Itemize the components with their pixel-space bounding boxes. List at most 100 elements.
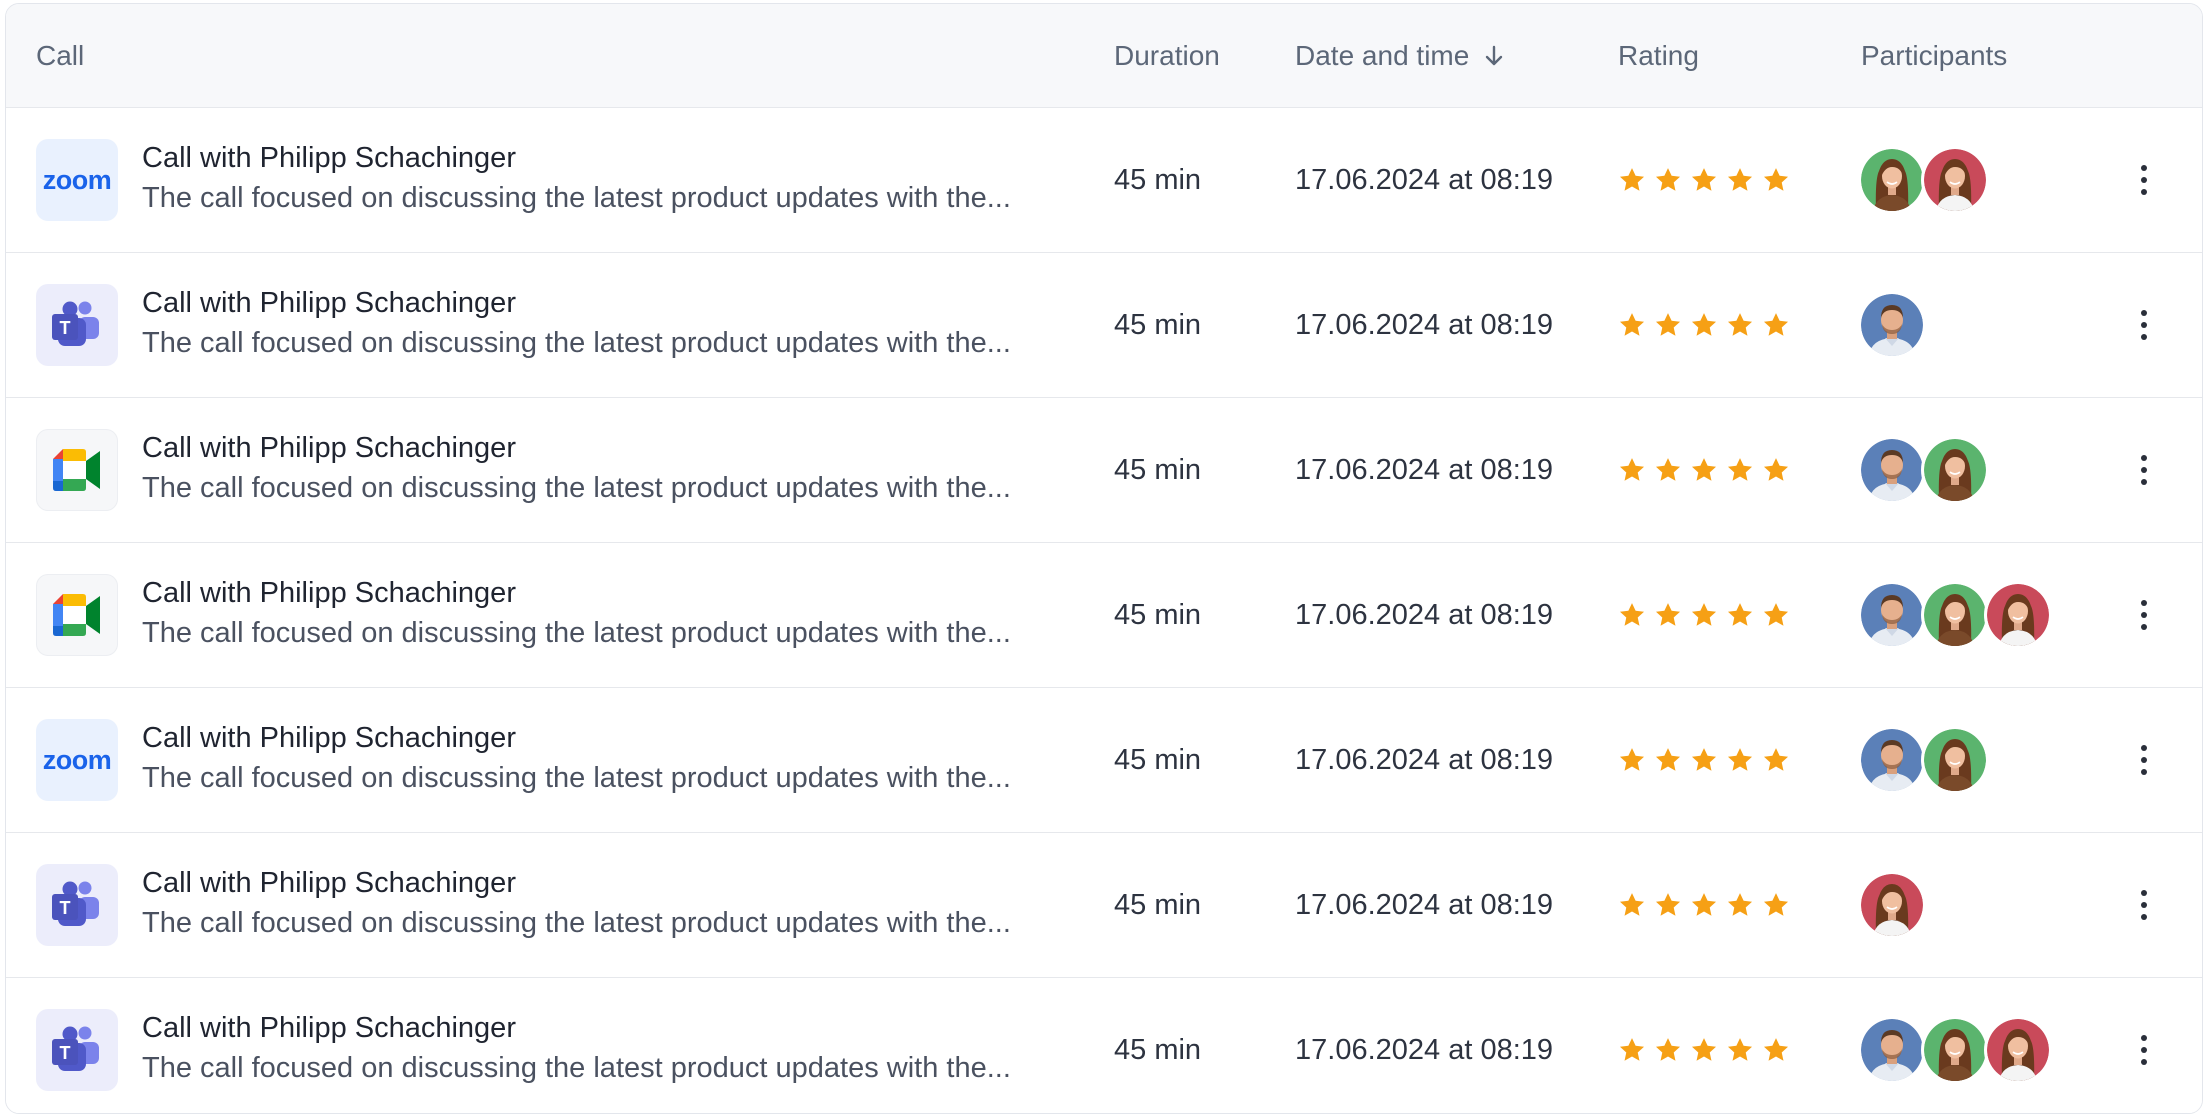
avatar[interactable] [1984,1016,2052,1084]
dot [2141,1059,2147,1065]
star-icon [1618,1036,1646,1064]
participants [1858,688,1989,832]
avatar[interactable] [1858,581,1926,649]
call-title[interactable]: Call with Philipp Schachinger [142,142,516,175]
avatar[interactable] [1921,146,1989,214]
avatar[interactable] [1858,146,1926,214]
svg-text:T: T [60,1043,71,1063]
call-description: The call focused on discussing the lates… [142,472,1011,504]
table-row[interactable]: Call with Philipp Schachinger The call fo… [6,398,2202,543]
table-row[interactable]: T Call with Philipp Schachinger The call f… [6,833,2202,978]
call-description: The call focused on discussing the lates… [142,182,1011,214]
more-options-button[interactable] [2124,595,2164,635]
more-options-button[interactable] [2124,305,2164,345]
dot [2141,479,2147,485]
avatar[interactable] [1921,726,1989,794]
dot [2141,600,2147,606]
call-duration: 45 min [1114,743,1202,776]
dot [2141,624,2147,630]
avatar[interactable] [1921,581,1989,649]
star-icon [1654,891,1682,919]
column-header-participants[interactable]: Participants [1861,4,2007,107]
call-title[interactable]: Call with Philipp Schachinger [142,577,516,610]
table-row[interactable]: T Call with Philipp Schachinger The call f… [6,253,2202,398]
svg-text:T: T [60,898,71,918]
star-icon [1762,456,1790,484]
more-options-button[interactable] [2124,450,2164,490]
star-icon [1690,1036,1718,1064]
call-duration: 45 min [1114,1033,1202,1066]
star-icon [1654,311,1682,339]
star-icon [1726,746,1754,774]
participants [1858,978,2052,1113]
participants [1858,833,1926,977]
dot [2141,455,2147,461]
calls-table: Call Duration Date and time Rating Parti… [5,3,2203,1114]
zoom-icon: zoom [36,139,118,221]
star-icon [1762,601,1790,629]
dot [2141,322,2147,328]
call-title[interactable]: Call with Philipp Schachinger [142,1012,516,1045]
star-icon [1762,746,1790,774]
avatar[interactable] [1921,1016,1989,1084]
avatar[interactable] [1858,291,1926,359]
avatar[interactable] [1858,436,1926,504]
column-header-duration[interactable]: Duration [1114,4,1220,107]
star-icon [1654,746,1682,774]
call-datetime: 17.06.2024 at 08:19 [1295,743,1554,776]
more-options-button[interactable] [2124,740,2164,780]
avatar[interactable] [1921,436,1989,504]
star-icon [1618,891,1646,919]
more-options-button[interactable] [2124,1030,2164,1070]
call-title[interactable]: Call with Philipp Schachinger [142,287,516,320]
star-icon [1618,456,1646,484]
avatar[interactable] [1984,581,2052,649]
table-row[interactable]: Call with Philipp Schachinger The call fo… [6,543,2202,688]
avatar[interactable] [1858,1016,1926,1084]
svg-text:T: T [60,318,71,338]
call-duration: 45 min [1114,598,1202,631]
call-datetime: 17.06.2024 at 08:19 [1295,1033,1554,1066]
call-title[interactable]: Call with Philipp Schachinger [142,432,516,465]
call-duration: 45 min [1114,888,1202,921]
call-description: The call focused on discussing the lates… [142,1052,1011,1084]
table-row[interactable]: zoom Call with Philipp Schachinger The cal… [6,688,2202,833]
star-icon [1654,1036,1682,1064]
rating-stars [1618,833,1790,977]
avatar[interactable] [1858,871,1926,939]
dot [2141,165,2147,171]
star-icon [1690,601,1718,629]
star-icon [1618,166,1646,194]
call-description: The call focused on discussing the lates… [142,907,1011,939]
rating-stars [1618,108,1790,252]
column-header-rating[interactable]: Rating [1618,4,1699,107]
page: Call Duration Date and time Rating Parti… [0,0,2208,1120]
call-datetime: 17.06.2024 at 08:19 [1295,308,1554,341]
table-row[interactable]: zoom Call with Philipp Schachinger The cal… [6,108,2202,253]
rating-stars [1618,253,1790,397]
column-header-call[interactable]: Call [36,4,84,107]
dot [2141,467,2147,473]
column-header-date-time[interactable]: Date and time [1295,4,1505,107]
call-title[interactable]: Call with Philipp Schachinger [142,722,516,755]
more-options-button[interactable] [2124,160,2164,200]
dot [2141,769,2147,775]
dot [2141,612,2147,618]
avatar[interactable] [1858,726,1926,794]
star-icon [1726,891,1754,919]
call-description: The call focused on discussing the lates… [142,617,1011,649]
zoom-icon: zoom [36,719,118,801]
call-title[interactable]: Call with Philipp Schachinger [142,867,516,900]
star-icon [1618,601,1646,629]
more-options-button[interactable] [2124,885,2164,925]
star-icon [1726,1036,1754,1064]
call-datetime: 17.06.2024 at 08:19 [1295,598,1554,631]
table-header: Call Duration Date and time Rating Parti… [6,4,2202,108]
meet-icon [36,574,118,656]
star-icon [1762,891,1790,919]
table-row[interactable]: T Call with Philipp Schachinger The call f… [6,978,2202,1113]
star-icon [1618,311,1646,339]
arrow-down-icon[interactable] [1483,44,1505,68]
dot [2141,1035,2147,1041]
rating-stars [1618,978,1790,1113]
